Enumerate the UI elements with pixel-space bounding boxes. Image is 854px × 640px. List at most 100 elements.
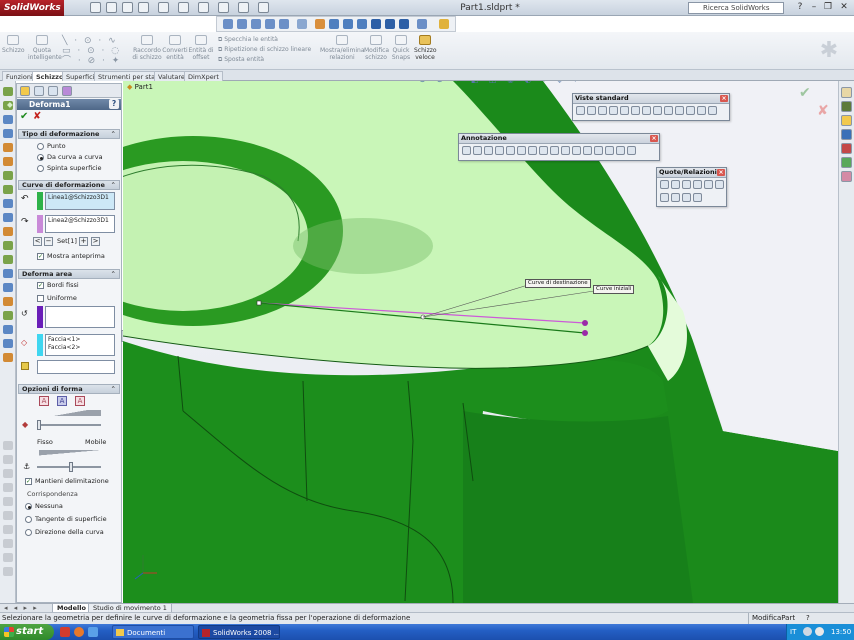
display-style-icon[interactable]: [315, 19, 325, 29]
mirror-tool-icon[interactable]: [3, 283, 13, 292]
quote-relazioni-toolbar[interactable]: Quote/Relazioni ×: [656, 167, 727, 207]
radio-curva-button[interactable]: [37, 154, 44, 161]
chamfer-tool-icon[interactable]: [3, 255, 13, 264]
zoom-area-icon[interactable]: [237, 19, 247, 29]
confirm-ok-icon[interactable]: ✔: [799, 85, 811, 101]
save-icon[interactable]: [122, 2, 133, 13]
face-item[interactable]: Faccia<2>: [48, 344, 112, 352]
conic-tool-icon[interactable]: [3, 497, 13, 506]
datum-icon[interactable]: [528, 146, 537, 155]
tree-root[interactable]: ◆ Part1: [127, 83, 153, 91]
view-palette-icon[interactable]: [841, 143, 852, 154]
section-tipo-deformazione[interactable]: Tipo di deformazione ⌃: [18, 129, 120, 139]
centerline-icon[interactable]: [583, 146, 592, 155]
smart-dim-icon[interactable]: [462, 146, 471, 155]
open-icon[interactable]: [106, 2, 117, 13]
pattern-tool-icon[interactable]: [3, 297, 13, 306]
block-tool-icon[interactable]: [3, 539, 13, 548]
tolerance-icon[interactable]: [517, 146, 526, 155]
radio-punto-button[interactable]: [37, 143, 44, 150]
heads-up-view-toolbar[interactable]: ⊕ ⊕ ✦ ◧ ◫ ◉ ◐ ▾ ◈ ▾: [419, 81, 581, 84]
stiffness-max-icon[interactable]: A: [75, 396, 85, 406]
datum-target-icon[interactable]: [539, 146, 548, 155]
sketch-command[interactable]: Schizzo: [2, 35, 25, 54]
scale-tool-icon[interactable]: [3, 339, 13, 348]
sketch-point[interactable]: [256, 300, 262, 306]
arc-tool-icon[interactable]: [3, 129, 13, 138]
target-curves-list[interactable]: Linea2@Schizzo3D1: [45, 215, 115, 233]
prev-set-button[interactable]: <: [33, 237, 42, 246]
note-icon[interactable]: [473, 146, 482, 155]
bodies-list[interactable]: [37, 360, 115, 374]
mirror-pattern-group[interactable]: ⧉ Specchia le entità ⧉ Ripetizione di sc…: [218, 35, 318, 65]
radio-tangente-button[interactable]: [25, 516, 32, 523]
dim-angle-icon[interactable]: [660, 193, 669, 202]
dim-chain-icon[interactable]: [715, 180, 724, 189]
uniform-check[interactable]: [37, 295, 44, 302]
keep-boundary-check[interactable]: ✓: [25, 478, 32, 485]
confirm-cancel-icon[interactable]: ✘: [817, 103, 829, 119]
section-curve-deformazione[interactable]: Curve di deformazione ⌃: [18, 180, 120, 190]
resources-icon[interactable]: [841, 87, 852, 98]
text-tool-icon[interactable]: [3, 185, 13, 194]
construction-tool-icon[interactable]: [3, 525, 13, 534]
section-icon[interactable]: [297, 19, 307, 29]
tab-scroll-arrows[interactable]: ◂ ◂ ▸ ▸: [4, 604, 39, 612]
bottom-view-icon[interactable]: [642, 106, 651, 115]
convert-entities-command[interactable]: Converti entità: [162, 35, 188, 61]
dim-smart-icon[interactable]: [660, 180, 669, 189]
quick-sketch-command[interactable]: Schizzo veloce: [414, 35, 437, 61]
realview-icon[interactable]: [439, 19, 449, 29]
hidden-lines-icon[interactable]: [343, 19, 353, 29]
move-entities-item[interactable]: ⧉ Sposta entità: [218, 55, 318, 65]
add-set-button[interactable]: +: [79, 237, 88, 246]
help-icon[interactable]: ?: [794, 2, 806, 13]
dimxpert-tab-icon[interactable]: [62, 86, 72, 96]
solidworks-logo[interactable]: SolidWorks: [0, 0, 64, 16]
fillet-tool-icon[interactable]: [3, 241, 13, 250]
end-handle-bottom[interactable]: [582, 330, 588, 336]
left-view-icon[interactable]: [609, 106, 618, 115]
add-relation-icon[interactable]: [682, 193, 691, 202]
viste-standard-toolbar[interactable]: Viste standard ×: [572, 93, 730, 121]
weight-slider-thumb[interactable]: [69, 462, 73, 472]
relation-tool-icon[interactable]: [3, 353, 13, 362]
revision-icon[interactable]: [605, 146, 614, 155]
pointer-icon[interactable]: [258, 2, 269, 13]
surface-finish-icon[interactable]: [495, 146, 504, 155]
zoom-icon[interactable]: [251, 19, 261, 29]
radio-spinta-button[interactable]: [37, 165, 44, 172]
back-view-icon[interactable]: [598, 106, 607, 115]
dim-chamfer-icon[interactable]: [671, 193, 680, 202]
fixed-edges-check[interactable]: ✓: [37, 282, 44, 289]
dimetric-icon[interactable]: [675, 106, 684, 115]
taskbar-solidworks[interactable]: SolidWorks 2008 ...: [198, 625, 280, 639]
redo-icon[interactable]: [178, 2, 189, 13]
centermark-icon[interactable]: [572, 146, 581, 155]
accuracy-slider-thumb[interactable]: [37, 420, 41, 430]
offset-tool-icon[interactable]: [3, 269, 13, 278]
print-icon[interactable]: [138, 2, 149, 13]
quick-snaps-command[interactable]: Quick Snaps: [390, 35, 412, 61]
rotate-tool-icon[interactable]: [3, 325, 13, 334]
taskbar-documenti[interactable]: Documenti: [112, 625, 194, 639]
pan-icon[interactable]: [265, 19, 275, 29]
search-input[interactable]: Ricerca SolidWorks: [688, 2, 784, 14]
undo-icon[interactable]: [158, 2, 169, 13]
ellipse-tool-icon[interactable]: [3, 441, 13, 450]
select-icon[interactable]: [238, 2, 249, 13]
close-button[interactable]: ✕: [838, 2, 850, 13]
slot-tool-icon[interactable]: [3, 469, 13, 478]
configuration-tab-icon[interactable]: [48, 86, 58, 96]
start-button[interactable]: start: [0, 624, 54, 640]
trim-tool-icon[interactable]: [3, 213, 13, 222]
show-relations-icon[interactable]: [693, 193, 702, 202]
plane-tool-icon[interactable]: [3, 199, 13, 208]
normal-to-icon[interactable]: [576, 106, 585, 115]
shaded-icon[interactable]: [371, 19, 381, 29]
search-results-icon[interactable]: [841, 129, 852, 140]
perspective-icon[interactable]: [399, 19, 409, 29]
restore-button[interactable]: ❐: [822, 2, 834, 13]
preview-check[interactable]: ✓: [37, 253, 44, 260]
split-tool-icon[interactable]: [3, 511, 13, 520]
